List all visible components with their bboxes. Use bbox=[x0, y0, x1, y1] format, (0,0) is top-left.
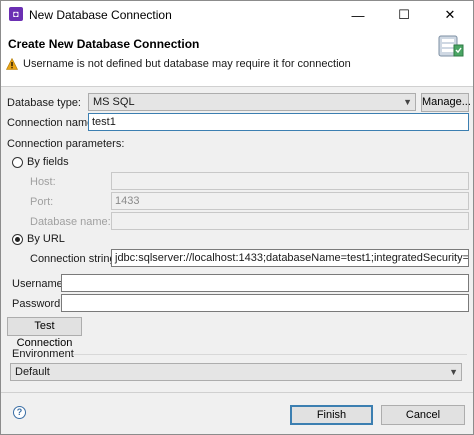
title-bar: ◘ New Database Connection — ☐ ✕ bbox=[1, 1, 473, 29]
connection-parameters-label: Connection parameters: bbox=[7, 138, 125, 150]
connection-string-input[interactable]: jdbc:sqlserver://localhost:1433;database… bbox=[111, 249, 469, 267]
connection-name-input[interactable]: test1 bbox=[88, 113, 469, 131]
database-name-label: Database name: bbox=[30, 216, 111, 228]
by-url-label[interactable]: By URL bbox=[27, 233, 65, 245]
database-type-value: MS SQL bbox=[93, 96, 135, 108]
close-icon: ✕ bbox=[444, 7, 456, 22]
database-icon bbox=[438, 35, 464, 57]
warning-icon bbox=[6, 58, 18, 70]
chevron-down-icon: ▼ bbox=[449, 367, 458, 377]
chevron-down-icon: ▼ bbox=[403, 97, 412, 107]
finish-button[interactable]: Finish bbox=[290, 405, 373, 425]
environment-divider bbox=[73, 354, 467, 355]
help-icon[interactable]: ? bbox=[13, 406, 26, 419]
app-icon: ◘ bbox=[9, 7, 23, 21]
minimize-button[interactable]: — bbox=[335, 1, 381, 29]
maximize-button[interactable]: ☐ bbox=[381, 1, 427, 29]
header-title: Create New Database Connection bbox=[8, 37, 200, 51]
port-label: Port: bbox=[30, 196, 54, 208]
minimize-icon: — bbox=[351, 7, 365, 23]
warning-message: Username is not defined but database may… bbox=[23, 58, 351, 70]
footer-divider bbox=[1, 392, 473, 393]
password-label: Password: bbox=[12, 298, 64, 310]
maximize-icon: ☐ bbox=[398, 7, 410, 22]
connection-string-label: Connection string: bbox=[30, 253, 119, 265]
database-type-select[interactable]: MS SQL ▼ bbox=[88, 93, 416, 111]
by-fields-radio[interactable] bbox=[12, 157, 23, 168]
environment-select[interactable]: Default ▼ bbox=[10, 363, 462, 381]
dialog-header: Create New Database Connection Username … bbox=[1, 29, 473, 87]
username-input[interactable] bbox=[61, 274, 469, 292]
test-connection-button[interactable]: Test Connection bbox=[7, 317, 82, 349]
by-url-radio[interactable] bbox=[12, 234, 23, 245]
cancel-button[interactable]: Cancel bbox=[381, 405, 465, 425]
connection-name-label: Connection name: bbox=[7, 117, 97, 129]
dialog-window: ◘ New Database Connection — ☐ ✕ Create N… bbox=[0, 0, 474, 435]
database-type-label: Database type: bbox=[7, 97, 81, 109]
host-input[interactable] bbox=[111, 172, 469, 190]
host-label: Host: bbox=[30, 176, 56, 188]
port-input[interactable]: 1433 bbox=[111, 192, 469, 210]
window-title: New Database Connection bbox=[29, 8, 172, 22]
environment-value: Default bbox=[15, 366, 50, 378]
database-name-input[interactable] bbox=[111, 212, 469, 230]
environment-label: Environment bbox=[12, 348, 74, 360]
username-label: Username: bbox=[12, 278, 66, 290]
by-fields-label[interactable]: By fields bbox=[27, 156, 69, 168]
password-input[interactable] bbox=[61, 294, 469, 312]
close-button[interactable]: ✕ bbox=[427, 1, 473, 29]
manage-button[interactable]: Manage... bbox=[421, 93, 471, 112]
